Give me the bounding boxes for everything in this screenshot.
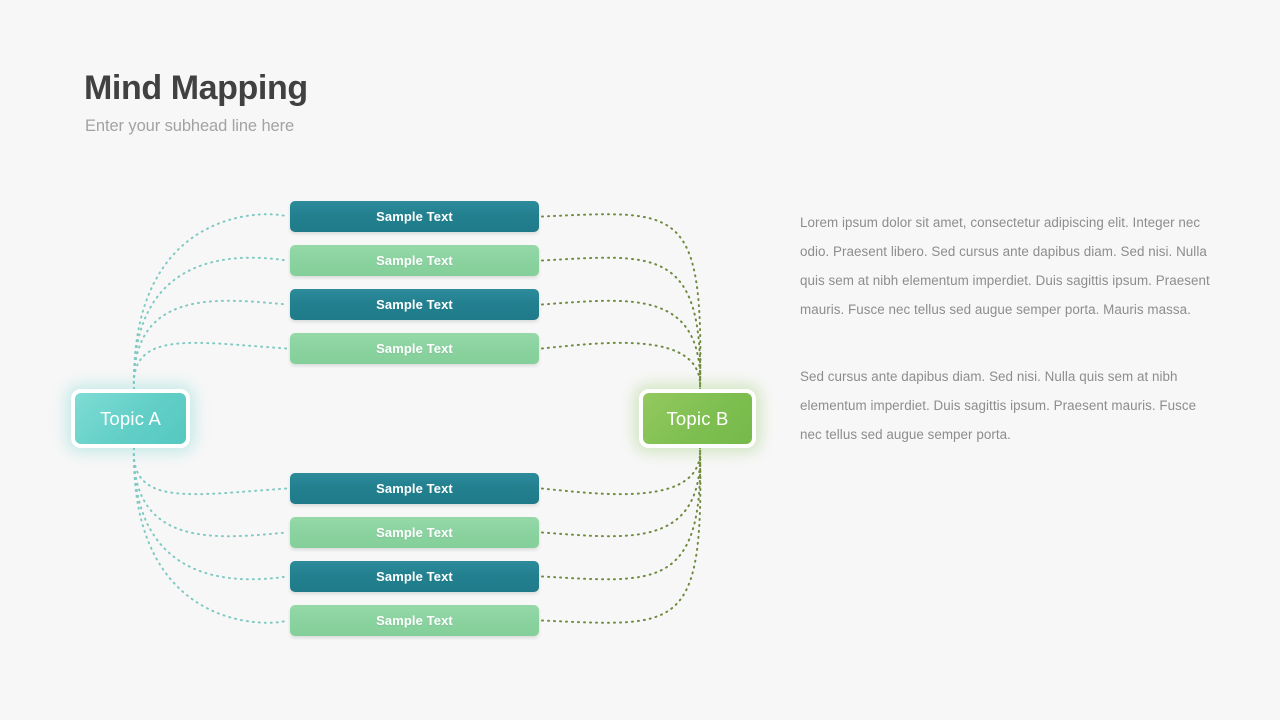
connector-curve-left bbox=[132, 213, 288, 390]
hub-topic-b[interactable]: Topic B bbox=[639, 389, 756, 448]
sample-text-bar[interactable]: Sample Text bbox=[290, 561, 539, 592]
sample-text-bar[interactable]: Sample Text bbox=[290, 605, 539, 636]
connector-curve-right bbox=[541, 256, 702, 390]
connector-curve-left bbox=[132, 341, 288, 390]
paragraph-1: Lorem ipsum dolor sit amet, consectetur … bbox=[800, 215, 1210, 317]
sample-text-bar-label: Sample Text bbox=[376, 209, 453, 224]
sample-text-bar-label: Sample Text bbox=[376, 341, 453, 356]
hub-topic-a[interactable]: Topic A bbox=[71, 389, 190, 448]
connector-curve-right bbox=[541, 447, 702, 496]
connector-curve-left bbox=[132, 256, 288, 390]
sample-text-bar-label: Sample Text bbox=[376, 525, 453, 540]
sample-text-bar-label: Sample Text bbox=[376, 569, 453, 584]
body-copy: Lorem ipsum dolor sit amet, consectetur … bbox=[800, 208, 1220, 449]
sample-text-bar[interactable]: Sample Text bbox=[290, 333, 539, 364]
hub-topic-a-label: Topic A bbox=[99, 407, 162, 429]
sample-text-bar[interactable]: Sample Text bbox=[290, 245, 539, 276]
connector-curve-left bbox=[132, 447, 288, 496]
connector-curve-left bbox=[132, 447, 288, 624]
hub-topic-b-label: Topic B bbox=[666, 407, 729, 429]
mind-map-diagram: Topic A Topic B Sample Text Sample Text Sa… bbox=[0, 0, 790, 720]
connector-curve-right bbox=[541, 341, 702, 390]
sample-text-bar[interactable]: Sample Text bbox=[290, 289, 539, 320]
connector-curve-right bbox=[541, 447, 702, 581]
slide-canvas: Mind Mapping Enter your subhead line her… bbox=[0, 0, 1280, 720]
connector-curve-left bbox=[132, 447, 288, 581]
paragraph-2: Sed cursus ante dapibus diam. Sed nisi. … bbox=[800, 369, 1197, 442]
sample-text-bar[interactable]: Sample Text bbox=[290, 517, 539, 548]
sample-text-bar-label: Sample Text bbox=[376, 613, 453, 628]
connector-curve-right bbox=[541, 447, 702, 538]
connector-curve-right bbox=[541, 213, 702, 390]
connector-curve-right bbox=[541, 447, 702, 624]
sample-text-bar[interactable]: Sample Text bbox=[290, 473, 539, 504]
sample-text-bar-label: Sample Text bbox=[376, 481, 453, 496]
sample-text-bar-label: Sample Text bbox=[376, 253, 453, 268]
connector-curve-left bbox=[132, 299, 288, 390]
connector-curve-right bbox=[541, 299, 702, 390]
sample-text-bar[interactable]: Sample Text bbox=[290, 201, 539, 232]
connector-curve-left bbox=[132, 447, 288, 538]
sample-text-bar-label: Sample Text bbox=[376, 297, 453, 312]
